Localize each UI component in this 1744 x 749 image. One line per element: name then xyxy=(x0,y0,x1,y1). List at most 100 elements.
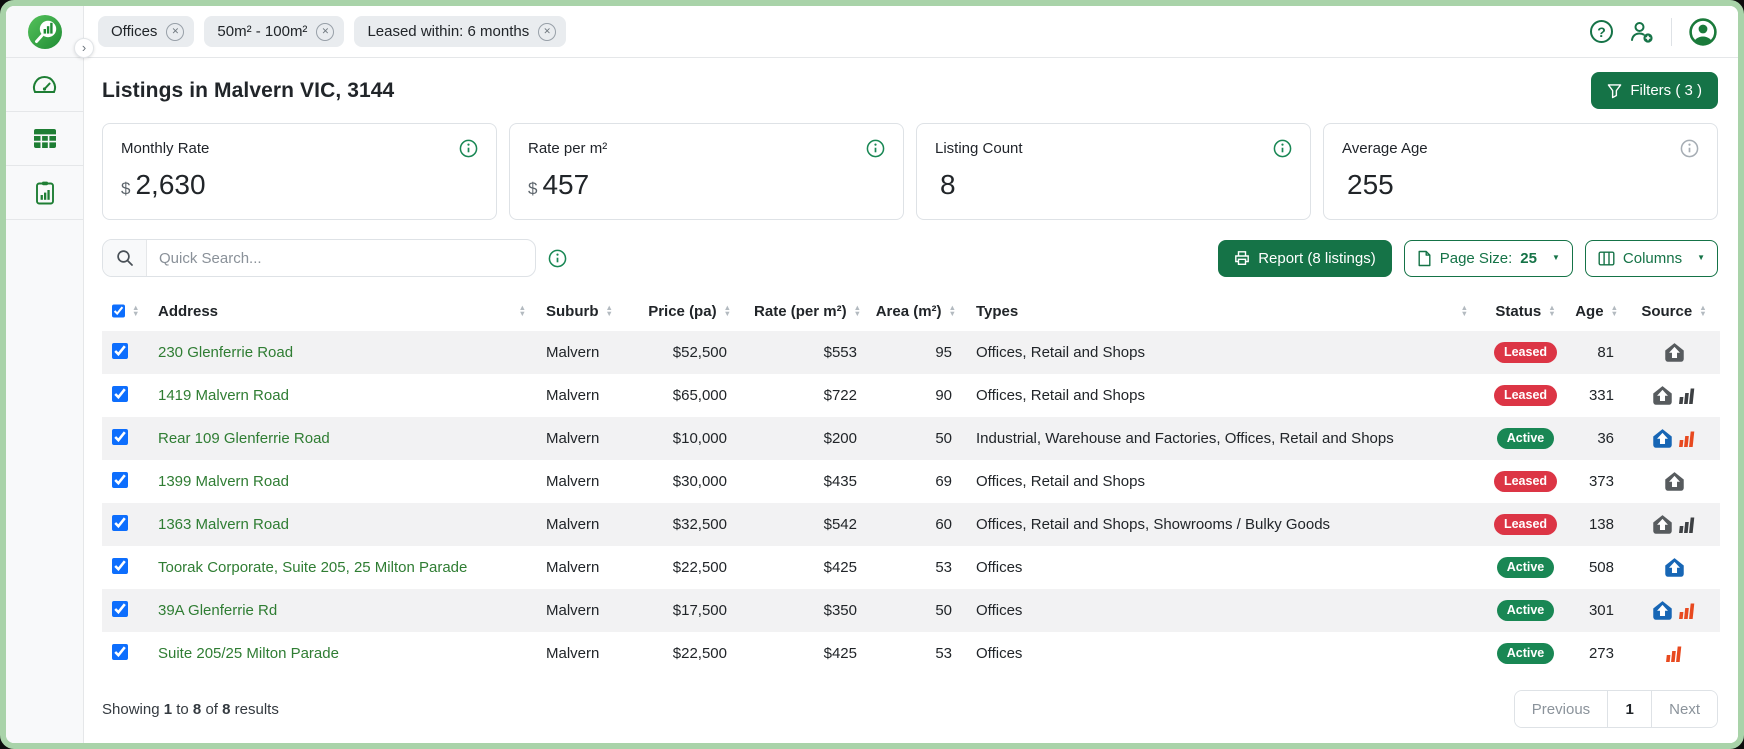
current-page-button[interactable]: 1 xyxy=(1608,691,1653,727)
listing-address-link[interactable]: 39A Glenferrie Rd xyxy=(158,602,277,619)
pagination: Previous 1 Next xyxy=(1513,690,1718,728)
source-icons[interactable] xyxy=(1638,600,1710,621)
filters-button[interactable]: Filters ( 3 ) xyxy=(1591,72,1718,109)
remove-filter-icon[interactable] xyxy=(166,22,185,41)
sort-icon[interactable] xyxy=(1611,305,1618,318)
add-user-icon[interactable] xyxy=(1629,20,1655,44)
sidebar-item-dashboard[interactable] xyxy=(6,58,83,112)
search-info-icon[interactable] xyxy=(548,249,567,268)
source-house-icon[interactable] xyxy=(1664,342,1685,363)
sort-icon[interactable] xyxy=(132,305,139,318)
filter-chip-leased-within[interactable]: Leased within: 6 months xyxy=(354,16,567,47)
column-header-address[interactable]: Address xyxy=(148,291,536,331)
column-header-area[interactable]: Area (m²) xyxy=(871,291,966,331)
columns-dropdown[interactable]: Columns xyxy=(1584,239,1718,277)
remove-filter-icon[interactable] xyxy=(316,22,335,41)
source-house-icon[interactable] xyxy=(1652,428,1673,449)
remove-filter-icon[interactable] xyxy=(538,22,557,41)
listing-address-link[interactable]: Toorak Corporate, Suite 205, 25 Milton P… xyxy=(158,559,467,576)
source-bars-icon[interactable] xyxy=(1677,385,1697,406)
info-icon[interactable] xyxy=(1273,139,1292,158)
report-button[interactable]: Report (8 listings) xyxy=(1218,239,1392,277)
filter-chip-area-range[interactable]: 50m² - 100m² xyxy=(204,16,345,47)
source-icons[interactable] xyxy=(1638,557,1710,578)
column-header-price[interactable]: Price (pa) xyxy=(631,291,741,331)
column-header-source[interactable]: Source xyxy=(1628,291,1720,331)
app-logo[interactable] xyxy=(6,6,83,58)
table-row: Suite 205/25 Milton Parade Malvern $22,5… xyxy=(102,632,1720,675)
source-bars-icon[interactable] xyxy=(1677,600,1697,621)
previous-page-button[interactable]: Previous xyxy=(1514,691,1609,727)
sort-icon[interactable] xyxy=(1548,305,1555,318)
table-footer: Showing 1 to 8 of 8 results Previous 1 N… xyxy=(102,690,1718,728)
source-icons[interactable] xyxy=(1638,428,1710,449)
page-size-dropdown[interactable]: Page Size: 25 xyxy=(1403,239,1573,277)
column-header-suburb[interactable]: Suburb xyxy=(536,291,631,331)
source-bars-icon[interactable] xyxy=(1677,428,1697,449)
source-bars-icon[interactable] xyxy=(1677,514,1697,535)
next-page-button[interactable]: Next xyxy=(1652,691,1717,727)
filter-chip-offices[interactable]: Offices xyxy=(98,16,195,47)
table-row: 1399 Malvern Road Malvern $30,000 $435 6… xyxy=(102,460,1720,503)
search-input[interactable] xyxy=(147,240,535,276)
types-cell: Industrial, Warehouse and Factories, Off… xyxy=(976,430,1394,447)
source-house-icon[interactable] xyxy=(1652,514,1673,535)
sidebar-collapse-toggle[interactable] xyxy=(74,38,94,58)
column-header-types[interactable]: Types xyxy=(966,291,1478,331)
help-icon[interactable] xyxy=(1590,20,1613,43)
area-cell: 50 xyxy=(935,430,952,447)
listing-address-link[interactable]: 1399 Malvern Road xyxy=(158,473,289,490)
source-house-icon[interactable] xyxy=(1664,557,1685,578)
price-cell: $52,500 xyxy=(672,344,727,361)
select-all-header[interactable] xyxy=(102,291,148,331)
sidebar-item-reports[interactable] xyxy=(6,166,83,220)
sidebar-item-listings[interactable] xyxy=(6,112,83,166)
column-header-status[interactable]: Status xyxy=(1478,291,1573,331)
listing-address-link[interactable]: Rear 109 Glenferrie Road xyxy=(158,430,330,447)
area-cell: 95 xyxy=(935,344,952,361)
sort-icon[interactable] xyxy=(854,305,861,318)
row-checkbox[interactable] xyxy=(112,471,128,488)
sort-icon[interactable] xyxy=(1699,305,1706,318)
info-icon[interactable] xyxy=(459,139,478,158)
sort-icon[interactable] xyxy=(1461,305,1468,318)
source-icons[interactable] xyxy=(1638,342,1710,363)
info-icon[interactable] xyxy=(1680,139,1699,158)
listing-address-link[interactable]: 1363 Malvern Road xyxy=(158,516,289,533)
column-header-age[interactable]: Age xyxy=(1573,291,1628,331)
source-icons[interactable] xyxy=(1638,643,1710,664)
row-checkbox[interactable] xyxy=(112,643,128,660)
source-icons[interactable] xyxy=(1638,385,1710,406)
info-icon[interactable] xyxy=(866,139,885,158)
price-cell: $65,000 xyxy=(672,387,727,404)
column-header-rate[interactable]: Rate (per m²) xyxy=(741,291,871,331)
listing-address-link[interactable]: 230 Glenferrie Road xyxy=(158,344,293,361)
source-icons[interactable] xyxy=(1638,514,1710,535)
row-checkbox[interactable] xyxy=(112,514,128,531)
sort-icon[interactable] xyxy=(949,305,956,318)
sort-icon[interactable] xyxy=(606,305,613,318)
row-checkbox[interactable] xyxy=(112,385,128,402)
listing-address-link[interactable]: Suite 205/25 Milton Parade xyxy=(158,645,339,662)
age-cell: 273 xyxy=(1588,645,1614,662)
source-house-icon[interactable] xyxy=(1652,385,1673,406)
row-checkbox[interactable] xyxy=(112,600,128,617)
source-icons[interactable] xyxy=(1638,471,1710,492)
rate-cell: $435 xyxy=(823,473,857,490)
area-cell: 69 xyxy=(935,473,952,490)
sort-icon[interactable] xyxy=(724,305,731,318)
select-all-checkbox[interactable] xyxy=(112,303,125,319)
filters-button-label: Filters ( 3 ) xyxy=(1630,82,1702,99)
row-checkbox[interactable] xyxy=(112,342,128,359)
listing-address-link[interactable]: 1419 Malvern Road xyxy=(158,387,289,404)
row-checkbox[interactable] xyxy=(112,428,128,445)
source-house-icon[interactable] xyxy=(1652,600,1673,621)
source-house-icon[interactable] xyxy=(1664,471,1685,492)
source-bars-icon[interactable] xyxy=(1664,643,1684,664)
sort-icon[interactable] xyxy=(519,305,526,318)
avatar-icon[interactable] xyxy=(1688,17,1718,47)
listings-table: Address Suburb Price (pa) Rate (per m²) … xyxy=(102,291,1720,675)
quick-search xyxy=(102,239,536,277)
row-checkbox[interactable] xyxy=(112,557,128,574)
page-title: Listings in Malvern VIC, 3144 xyxy=(102,78,395,102)
